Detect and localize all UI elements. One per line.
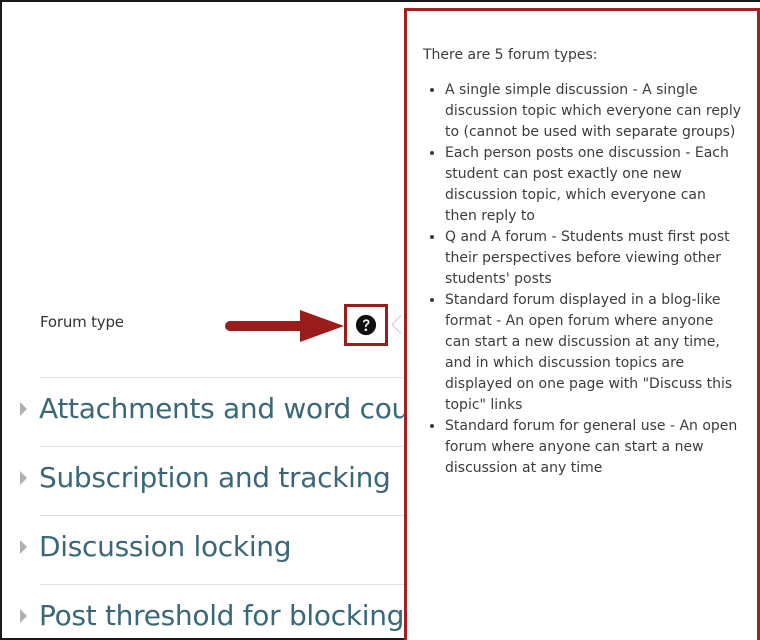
section-attachments[interactable]: Attachments and word count [20, 392, 404, 425]
divider [40, 377, 404, 378]
section-title: Post threshold for blocking [39, 599, 404, 632]
help-popover: There are 5 forum types: A single simple… [404, 8, 760, 640]
divider [40, 515, 404, 516]
section-discussion-locking[interactable]: Discussion locking [20, 530, 292, 563]
forum-types-list: A single simple discussion - A single di… [423, 80, 741, 479]
question-circle-icon [355, 314, 377, 336]
form-area: Forum type Attachments and word count Su… [0, 0, 404, 640]
divider [40, 584, 404, 585]
section-title: Discussion locking [39, 530, 292, 563]
section-post-threshold[interactable]: Post threshold for blocking [20, 599, 404, 632]
list-item: Q and A forum - Students must first post… [445, 227, 741, 290]
forum-type-help-button[interactable] [344, 304, 388, 346]
popover-caret [391, 315, 404, 334]
list-item: Each person posts one discussion - Each … [445, 143, 741, 227]
list-item: A single simple discussion - A single di… [445, 80, 741, 143]
list-item: Standard forum displayed in a blog-like … [445, 290, 741, 416]
chevron-right-icon [20, 470, 27, 485]
chevron-right-icon [20, 539, 27, 554]
popover-intro: There are 5 forum types: [423, 47, 598, 63]
section-title: Attachments and word count [39, 392, 404, 425]
section-title: Subscription and tracking [39, 461, 391, 494]
forum-type-label: Forum type [40, 313, 124, 331]
section-subscription[interactable]: Subscription and tracking [20, 461, 391, 494]
divider [40, 446, 404, 447]
annotation-arrow-icon [225, 310, 344, 342]
chevron-right-icon [20, 608, 27, 623]
list-item: Standard forum for general use - An open… [445, 416, 741, 479]
chevron-right-icon [20, 401, 27, 416]
